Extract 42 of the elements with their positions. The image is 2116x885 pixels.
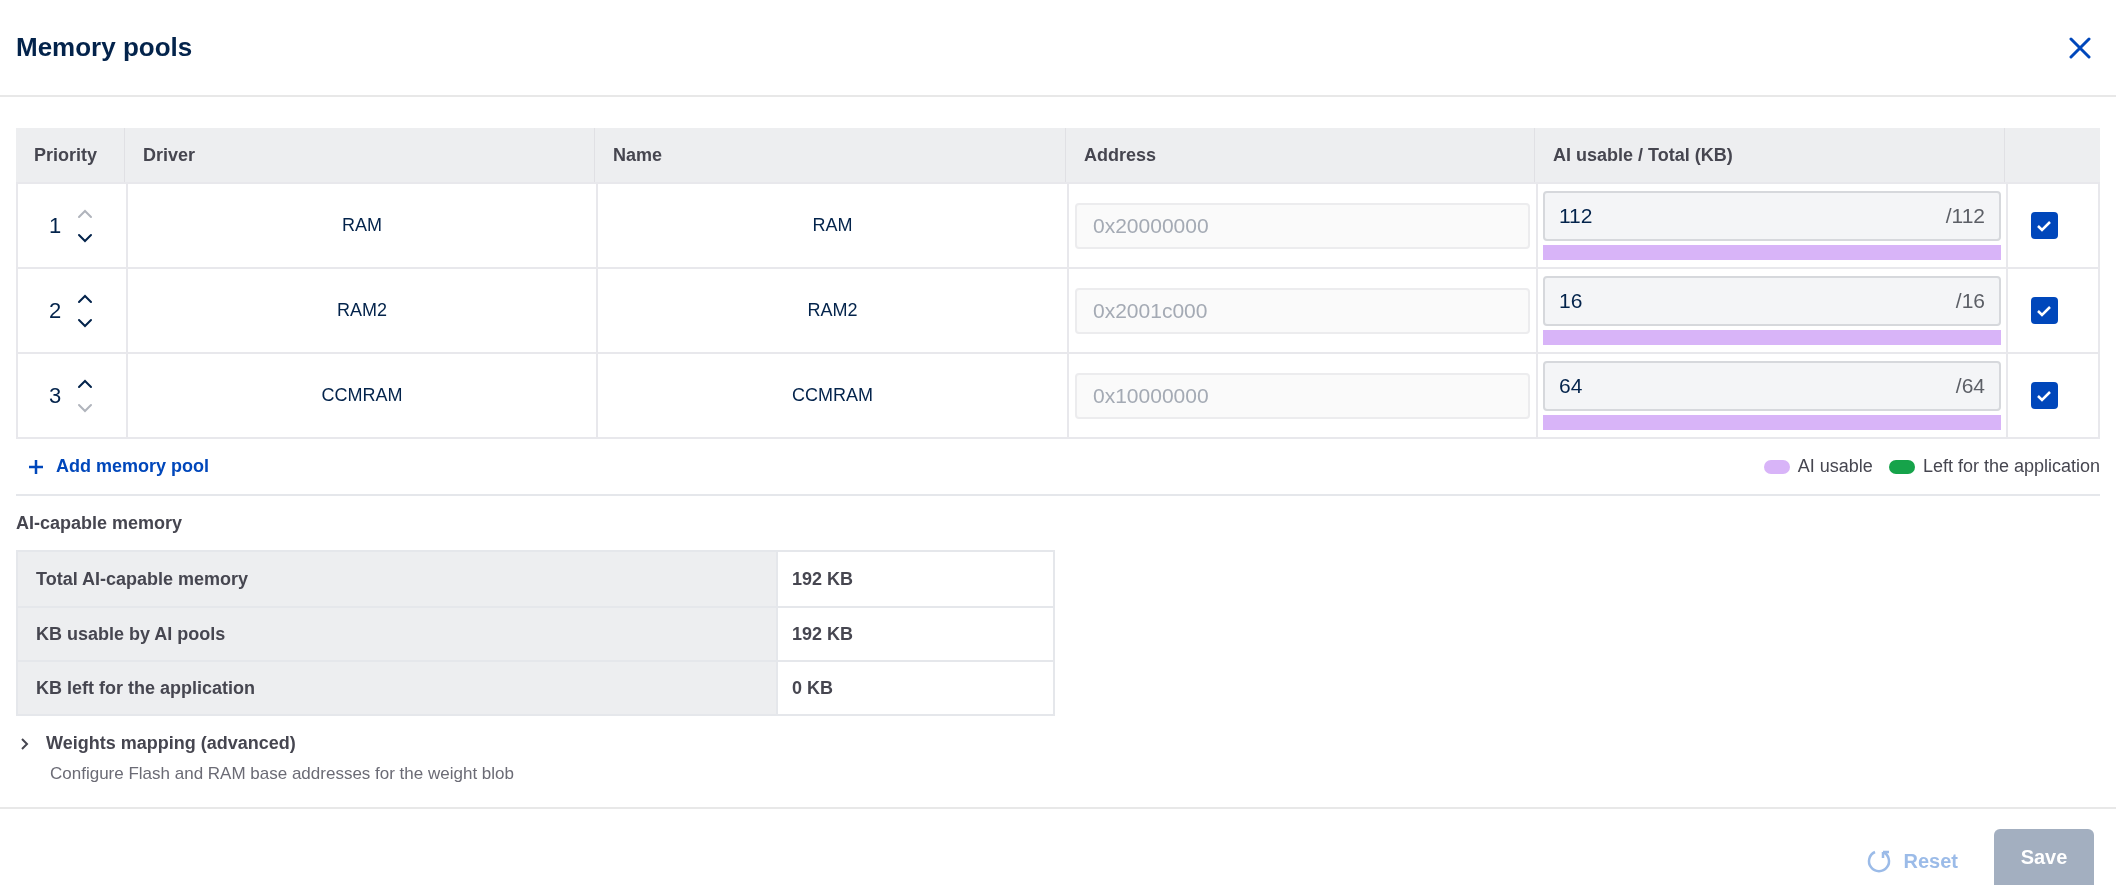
checkbox[interactable]: [2030, 212, 2058, 239]
column-header: AI usable / Total (KB): [1553, 143, 1733, 167]
total-label: /64: [1955, 373, 1985, 400]
checkbox[interactable]: [2030, 382, 2058, 409]
name-cell-text: RAM: [812, 214, 853, 237]
checkbox[interactable]: [2030, 297, 2058, 324]
driver-cell-text: CCMRAM: [321, 384, 403, 407]
column-header: Name: [613, 143, 663, 167]
driver-cell-text: RAM: [342, 214, 382, 237]
checkmark-icon: [2036, 219, 2052, 232]
priority-number: 3: [48, 382, 62, 410]
summary-label: KB left for the application: [36, 676, 255, 700]
column-header: Priority: [34, 143, 98, 167]
name-cell-text: RAM2: [807, 299, 858, 322]
weights-mapping-description: Configure Flash and RAM base addresses for the weight blob: [49, 763, 515, 785]
legend-label: Left for the application: [1922, 455, 2100, 478]
section-title: AI-capable memory: [16, 512, 184, 535]
add-memory-pool-button[interactable]: Add memory pool: [16, 453, 209, 480]
usable-field[interactable]: 16 /16: [1543, 276, 2001, 326]
weights-mapping-toggle[interactable]: Weights mapping (advanced): [20, 730, 296, 757]
summary-label: Total AI-capable memory: [36, 567, 249, 591]
summary-label: KB usable by AI pools: [36, 622, 226, 646]
total-label: /112: [1945, 203, 1985, 230]
total-label: /16: [1955, 288, 1985, 315]
summary-value: 192 KB: [792, 622, 854, 646]
checkmark-icon: [2036, 389, 2052, 402]
column-header: Address: [1084, 143, 1157, 167]
plus-icon: [28, 458, 44, 475]
column-header: Driver: [143, 143, 196, 167]
priority-number: 1: [48, 212, 62, 240]
summary-value: 0 KB: [792, 676, 833, 700]
name-cell-text: CCMRAM: [792, 384, 873, 407]
driver-cell-text: RAM2: [337, 299, 387, 322]
usable-field[interactable]: 112 /112: [1543, 191, 2001, 241]
reset-icon: [1865, 848, 1892, 874]
legend-label: AI usable: [1797, 455, 1873, 478]
summary-value: 192 KB: [792, 567, 854, 591]
usable-field[interactable]: 64 /64: [1543, 361, 2001, 411]
priority-number: 2: [48, 297, 62, 325]
checkmark-icon: [2036, 304, 2052, 317]
chevron-icon: [20, 736, 30, 751]
dialog-title: Memory pools: [16, 31, 193, 64]
